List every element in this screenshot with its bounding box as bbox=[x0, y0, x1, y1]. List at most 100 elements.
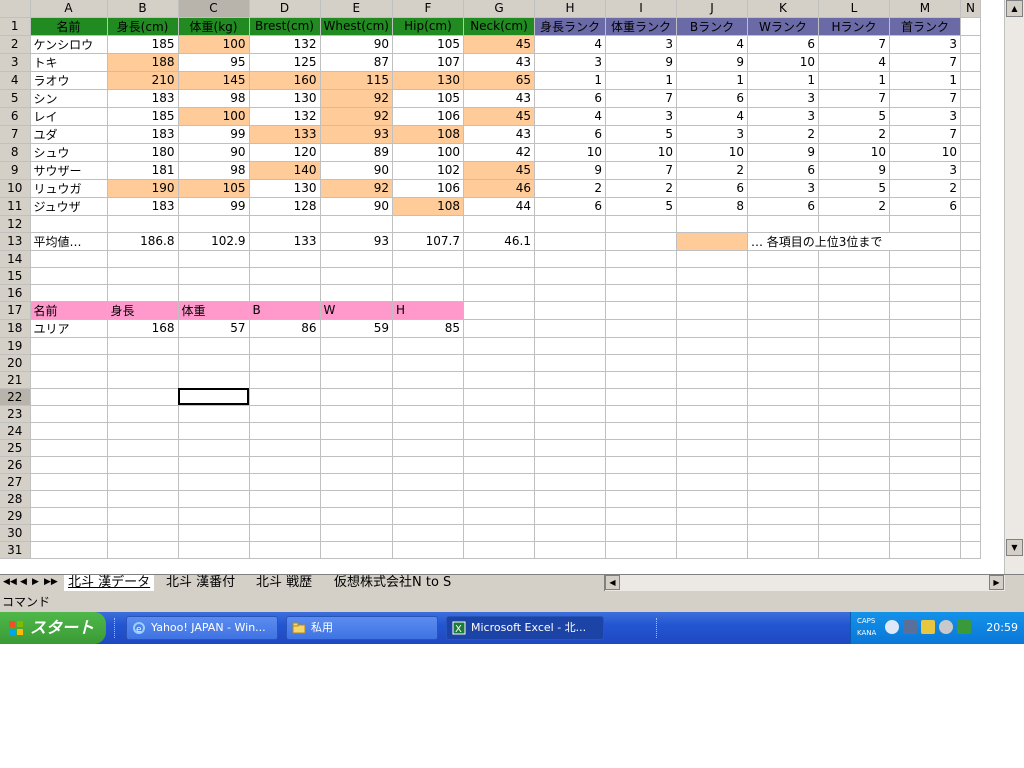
rank-cell[interactable]: 10 bbox=[604, 142, 677, 162]
rank-cell[interactable]: 3 bbox=[888, 106, 961, 126]
row-header[interactable]: 14 bbox=[0, 250, 31, 268]
row-header[interactable]: 20 bbox=[0, 354, 31, 372]
measurement-cell[interactable]: 46 bbox=[462, 178, 535, 198]
yuria-header-cell[interactable]: 体重 bbox=[177, 300, 250, 320]
rank-cell[interactable]: 2 bbox=[533, 178, 606, 198]
measurement-cell[interactable]: 185 bbox=[106, 106, 179, 126]
row-header[interactable]: 11 bbox=[0, 197, 31, 216]
rank-cell[interactable]: 6 bbox=[746, 196, 819, 216]
cell[interactable] bbox=[960, 456, 981, 474]
measurement-cell[interactable]: 87 bbox=[319, 52, 393, 72]
cell[interactable] bbox=[534, 371, 606, 389]
cell[interactable] bbox=[463, 422, 535, 440]
cell[interactable] bbox=[960, 35, 981, 54]
rank-cell[interactable]: 9 bbox=[675, 52, 748, 72]
cell[interactable] bbox=[605, 215, 677, 233]
header-cell[interactable]: 体重(kg) bbox=[178, 17, 250, 36]
cell[interactable] bbox=[392, 405, 464, 423]
rank-cell[interactable]: 7 bbox=[888, 52, 961, 72]
cell[interactable] bbox=[107, 490, 179, 508]
cell[interactable] bbox=[392, 267, 464, 285]
rank-cell[interactable]: 8 bbox=[675, 196, 748, 216]
cell[interactable] bbox=[818, 388, 890, 406]
cell[interactable] bbox=[889, 388, 961, 406]
cell[interactable] bbox=[889, 354, 961, 372]
column-header[interactable]: A bbox=[30, 0, 108, 18]
measurement-cell[interactable]: 105 bbox=[177, 178, 250, 198]
cell[interactable] bbox=[889, 301, 961, 320]
cell[interactable] bbox=[960, 301, 981, 320]
rank-cell[interactable]: 3 bbox=[675, 124, 748, 144]
rank-cell[interactable]: 9 bbox=[817, 160, 890, 180]
cell[interactable] bbox=[747, 541, 819, 559]
rank-cell[interactable]: 9 bbox=[746, 142, 819, 162]
column-header[interactable]: K bbox=[747, 0, 819, 18]
rank-cell[interactable]: 7 bbox=[888, 88, 961, 108]
cell[interactable] bbox=[107, 371, 179, 389]
measurement-cell[interactable]: 90 bbox=[319, 196, 393, 216]
tray-expand-icon[interactable] bbox=[885, 620, 899, 634]
cell[interactable] bbox=[463, 337, 535, 355]
rank-cell[interactable]: 10 bbox=[746, 52, 819, 72]
cell[interactable] bbox=[676, 388, 748, 406]
measurement-cell[interactable]: 90 bbox=[319, 160, 393, 180]
header-cell[interactable]: Bランク bbox=[676, 17, 748, 36]
measurement-cell[interactable]: 183 bbox=[106, 88, 179, 108]
rank-cell[interactable]: 6 bbox=[746, 34, 819, 54]
cell[interactable] bbox=[747, 319, 819, 338]
cell[interactable] bbox=[320, 215, 393, 233]
cell[interactable] bbox=[889, 507, 961, 525]
cell[interactable] bbox=[107, 215, 179, 233]
yuria-value-cell[interactable]: 168 bbox=[106, 318, 179, 338]
cell[interactable] bbox=[392, 524, 464, 542]
yuria-value-cell[interactable]: 86 bbox=[248, 318, 321, 338]
rank-cell[interactable]: 6 bbox=[533, 124, 606, 144]
rank-cell[interactable]: 10 bbox=[817, 142, 890, 162]
measurement-cell[interactable]: 108 bbox=[391, 124, 464, 144]
cell[interactable] bbox=[107, 354, 179, 372]
cell[interactable] bbox=[463, 301, 535, 320]
cell[interactable] bbox=[320, 250, 393, 268]
measurement-cell[interactable]: 107 bbox=[391, 52, 464, 72]
rank-cell[interactable]: 3 bbox=[888, 160, 961, 180]
cell[interactable] bbox=[747, 371, 819, 389]
cell[interactable] bbox=[107, 405, 179, 423]
cell[interactable] bbox=[178, 250, 250, 268]
header-cell[interactable]: Whest(cm) bbox=[320, 17, 393, 36]
measurement-cell[interactable]: 92 bbox=[319, 178, 393, 198]
name-cell[interactable]: トキ bbox=[29, 52, 108, 72]
measurement-cell[interactable]: 100 bbox=[177, 34, 250, 54]
vertical-scrollbar[interactable]: ▲ ▼ bbox=[1004, 0, 1024, 574]
row-header[interactable]: 17 bbox=[0, 301, 31, 320]
cell[interactable] bbox=[249, 337, 321, 355]
measurement-cell[interactable]: 145 bbox=[177, 70, 250, 90]
cell[interactable] bbox=[534, 250, 606, 268]
cell[interactable] bbox=[30, 456, 108, 474]
cell[interactable] bbox=[818, 456, 890, 474]
cell[interactable] bbox=[960, 267, 981, 285]
row-header[interactable]: 27 bbox=[0, 473, 31, 491]
cell[interactable] bbox=[392, 215, 464, 233]
column-header[interactable]: B bbox=[107, 0, 179, 18]
cell[interactable] bbox=[676, 422, 748, 440]
row-header[interactable]: 28 bbox=[0, 490, 31, 508]
cell[interactable] bbox=[107, 422, 179, 440]
warning-icon[interactable] bbox=[921, 620, 935, 634]
column-header[interactable]: D bbox=[249, 0, 321, 18]
cell[interactable] bbox=[463, 541, 535, 559]
rank-cell[interactable]: 3 bbox=[604, 106, 677, 126]
cell[interactable] bbox=[605, 354, 677, 372]
cell[interactable] bbox=[392, 541, 464, 559]
cell[interactable] bbox=[30, 405, 108, 423]
measurement-cell[interactable]: 95 bbox=[177, 52, 250, 72]
cell[interactable] bbox=[818, 371, 890, 389]
cell[interactable] bbox=[605, 405, 677, 423]
rank-cell[interactable]: 4 bbox=[675, 106, 748, 126]
cell[interactable] bbox=[960, 197, 981, 216]
cell[interactable] bbox=[534, 354, 606, 372]
rank-cell[interactable]: 1 bbox=[817, 70, 890, 90]
cell[interactable] bbox=[534, 490, 606, 508]
measurement-cell[interactable]: 160 bbox=[248, 70, 321, 90]
yuria-header-cell[interactable]: W bbox=[319, 300, 393, 320]
horizontal-scrollbar[interactable]: ◀ ▶ bbox=[604, 575, 1005, 591]
